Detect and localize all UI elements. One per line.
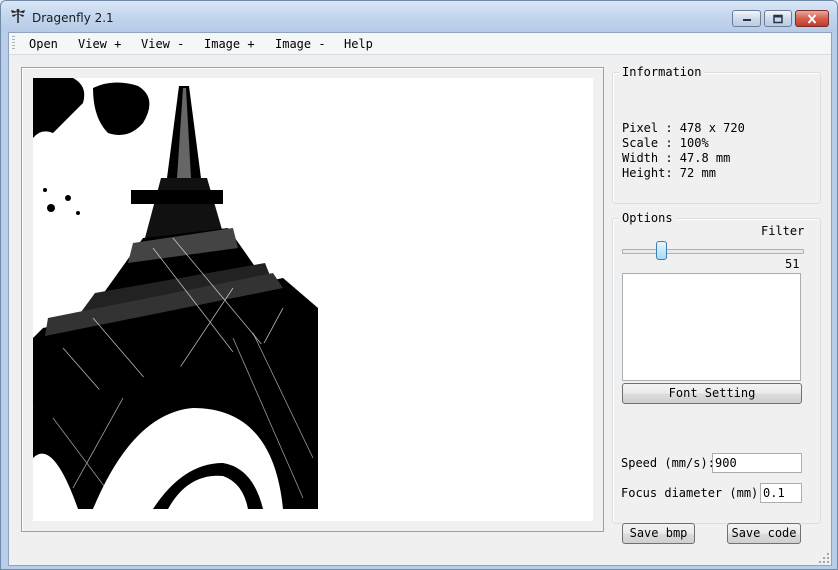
maximize-button[interactable]	[764, 10, 792, 27]
options-group: Options Filter 51 Font Setting Speed (mm…	[612, 211, 821, 544]
info-height: Height: 72 mm	[622, 166, 716, 180]
save-code-button[interactable]: Save code	[727, 523, 801, 544]
app-window: Dragenfly 2.1 Open View + View - Image +…	[0, 0, 838, 570]
information-title: Information	[619, 65, 705, 79]
menu-image-plus[interactable]: Image +	[202, 36, 257, 52]
menu-image-minus[interactable]: Image -	[273, 36, 328, 52]
font-setting-button[interactable]: Font Setting	[622, 383, 802, 404]
save-bmp-button[interactable]: Save bmp	[622, 523, 695, 544]
eiffel-tower-image	[33, 78, 318, 509]
filter-slider[interactable]	[622, 249, 804, 254]
info-pixel: Pixel : 478 x 720	[622, 121, 745, 135]
info-width: Width : 47.8 mm	[622, 151, 731, 165]
speed-label: Speed (mm/s):	[621, 456, 715, 470]
client-area: Open View + View - Image + Image - Help	[8, 32, 832, 566]
information-group: Information Pixel : 478 x 720 Scale : 10…	[612, 65, 821, 204]
image-canvas[interactable]	[33, 78, 593, 521]
focus-diameter-input[interactable]	[760, 483, 802, 503]
minimize-button[interactable]	[732, 10, 761, 27]
speed-input[interactable]	[712, 453, 802, 473]
preview-text-area[interactable]	[622, 273, 801, 381]
focus-diameter-label: Focus diameter (mm)	[621, 486, 759, 500]
title-bar[interactable]: Dragenfly 2.1	[1, 1, 837, 32]
minimize-icon	[742, 18, 751, 21]
close-button[interactable]	[795, 10, 829, 27]
menu-open[interactable]: Open	[27, 36, 60, 52]
menu-view-minus[interactable]: View -	[139, 36, 186, 52]
image-frame	[21, 67, 604, 532]
filter-slider-thumb[interactable]	[655, 241, 667, 260]
filter-label: Filter	[761, 224, 805, 238]
options-title: Options	[619, 211, 676, 225]
resize-grip-icon[interactable]	[819, 553, 829, 563]
menu-grip	[12, 36, 15, 51]
close-icon	[807, 13, 817, 24]
dragonfly-icon	[11, 9, 25, 23]
menu-bar: Open View + View - Image + Image - Help	[9, 33, 831, 55]
window-title: Dragenfly 2.1	[32, 11, 114, 25]
menu-view-plus[interactable]: View +	[76, 36, 123, 52]
info-scale: Scale : 100%	[622, 136, 709, 150]
filter-value: 51	[785, 257, 800, 271]
maximize-icon	[773, 14, 783, 23]
menu-help[interactable]: Help	[342, 36, 375, 52]
